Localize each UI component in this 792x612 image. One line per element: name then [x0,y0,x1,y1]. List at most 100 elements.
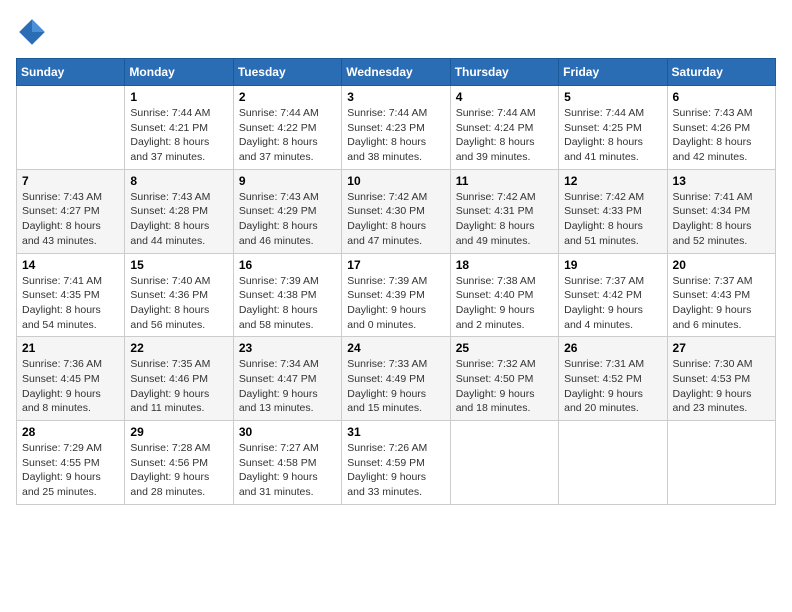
day-info: Sunrise: 7:32 AMSunset: 4:50 PMDaylight:… [456,357,553,416]
weekday-header-cell: Sunday [17,59,125,86]
day-info: Sunrise: 7:44 AMSunset: 4:22 PMDaylight:… [239,106,336,165]
day-number: 2 [239,90,336,104]
calendar-cell [667,421,775,505]
day-info: Sunrise: 7:38 AMSunset: 4:40 PMDaylight:… [456,274,553,333]
day-number: 11 [456,174,553,188]
calendar-cell: 25 Sunrise: 7:32 AMSunset: 4:50 PMDayligh… [450,337,558,421]
day-info: Sunrise: 7:42 AMSunset: 4:33 PMDaylight:… [564,190,661,249]
day-number: 26 [564,341,661,355]
calendar-cell: 15Sunrise: 7:40 AMSunset: 4:36 PMDayligh… [125,253,233,337]
day-info: Sunrise: 7:36 AMSunset: 4:45 PMDaylight:… [22,357,119,416]
day-number: 5 [564,90,661,104]
calendar-cell: 1 Sunrise: 7:44 AMSunset: 4:21 PMDaylight… [125,86,233,170]
calendar-week-row: 21 Sunrise: 7:36 AMSunset: 4:45 PMDayligh… [17,337,776,421]
calendar-cell: 7 Sunrise: 7:43 AMSunset: 4:27 PMDaylight… [17,169,125,253]
calendar-cell: 11 Sunrise: 7:42 AMSunset: 4:31 PMDayligh… [450,169,558,253]
calendar-cell: 23 Sunrise: 7:34 AMSunset: 4:47 PMDayligh… [233,337,341,421]
day-info: Sunrise: 7:44 AMSunset: 4:23 PMDaylight:… [347,106,444,165]
calendar-cell: 12 Sunrise: 7:42 AMSunset: 4:33 PMDayligh… [559,169,667,253]
calendar-cell [17,86,125,170]
calendar-cell: 18 Sunrise: 7:38 AMSunset: 4:40 PMDayligh… [450,253,558,337]
day-number: 18 [456,258,553,272]
calendar-cell: 8 Sunrise: 7:43 AMSunset: 4:28 PMDaylight… [125,169,233,253]
day-info: Sunrise: 7:42 AMSunset: 4:31 PMDaylight:… [456,190,553,249]
calendar-cell: 19 Sunrise: 7:37 AMSunset: 4:42 PMDayligh… [559,253,667,337]
day-number: 10 [347,174,444,188]
day-info: Sunrise: 7:44 AMSunset: 4:24 PMDaylight:… [456,106,553,165]
calendar-cell: 28 Sunrise: 7:29 AMSunset: 4:55 PMDayligh… [17,421,125,505]
day-number: 23 [239,341,336,355]
day-info: Sunrise: 7:43 AMSunset: 4:26 PMDaylight:… [673,106,770,165]
day-info: Sunrise: 7:39 AMSunset: 4:38 PMDaylight:… [239,274,336,333]
day-number: 13 [673,174,770,188]
day-number: 31 [347,425,444,439]
day-info: Sunrise: 7:27 AMSunset: 4:58 PMDaylight:… [239,441,336,500]
day-info: Sunrise: 7:43 AMSunset: 4:28 PMDaylight:… [130,190,227,249]
day-number: 19 [564,258,661,272]
day-number: 14 [22,258,119,272]
calendar-cell: 26 Sunrise: 7:31 AMSunset: 4:52 PMDayligh… [559,337,667,421]
weekday-header-row: SundayMondayTuesdayWednesdayThursdayFrid… [17,59,776,86]
calendar-cell: 14 Sunrise: 7:41 AMSunset: 4:35 PMDayligh… [17,253,125,337]
day-number: 3 [347,90,444,104]
day-info: Sunrise: 7:29 AMSunset: 4:55 PMDaylight:… [22,441,119,500]
day-number: 12 [564,174,661,188]
day-info: Sunrise: 7:33 AMSunset: 4:49 PMDaylight:… [347,357,444,416]
calendar-cell: 24 Sunrise: 7:33 AMSunset: 4:49 PMDayligh… [342,337,450,421]
logo-icon [16,16,48,48]
calendar-cell: 10 Sunrise: 7:42 AMSunset: 4:30 PMDayligh… [342,169,450,253]
calendar-cell: 5Sunrise: 7:44 AMSunset: 4:25 PMDaylight… [559,86,667,170]
day-number: 29 [130,425,227,439]
calendar-cell: 13 Sunrise: 7:41 AMSunset: 4:34 PMDayligh… [667,169,775,253]
weekday-header-cell: Monday [125,59,233,86]
day-number: 28 [22,425,119,439]
calendar-cell: 2 Sunrise: 7:44 AMSunset: 4:22 PMDaylight… [233,86,341,170]
calendar-cell: 16Sunrise: 7:39 AMSunset: 4:38 PMDayligh… [233,253,341,337]
day-info: Sunrise: 7:28 AMSunset: 4:56 PMDaylight:… [130,441,227,500]
day-info: Sunrise: 7:31 AMSunset: 4:52 PMDaylight:… [564,357,661,416]
day-info: Sunrise: 7:26 AMSunset: 4:59 PMDaylight:… [347,441,444,500]
weekday-header-cell: Saturday [667,59,775,86]
weekday-header-cell: Friday [559,59,667,86]
calendar-cell: 3 Sunrise: 7:44 AMSunset: 4:23 PMDaylight… [342,86,450,170]
calendar-week-row: 1 Sunrise: 7:44 AMSunset: 4:21 PMDaylight… [17,86,776,170]
day-info: Sunrise: 7:39 AMSunset: 4:39 PMDaylight:… [347,274,444,333]
day-number: 30 [239,425,336,439]
calendar-cell: 9Sunrise: 7:43 AMSunset: 4:29 PMDaylight… [233,169,341,253]
day-number: 24 [347,341,444,355]
logo [16,16,54,48]
day-number: 25 [456,341,553,355]
calendar-cell: 29 Sunrise: 7:28 AMSunset: 4:56 PMDayligh… [125,421,233,505]
day-number: 4 [456,90,553,104]
weekday-header-cell: Tuesday [233,59,341,86]
calendar-cell: 22 Sunrise: 7:35 AMSunset: 4:46 PMDayligh… [125,337,233,421]
day-info: Sunrise: 7:41 AMSunset: 4:35 PMDaylight:… [22,274,119,333]
day-info: Sunrise: 7:42 AMSunset: 4:30 PMDaylight:… [347,190,444,249]
calendar-cell: 31 Sunrise: 7:26 AMSunset: 4:59 PMDayligh… [342,421,450,505]
day-number: 17 [347,258,444,272]
day-info: Sunrise: 7:34 AMSunset: 4:47 PMDaylight:… [239,357,336,416]
calendar-cell: 30 Sunrise: 7:27 AMSunset: 4:58 PMDayligh… [233,421,341,505]
day-number: 6 [673,90,770,104]
day-info: Sunrise: 7:35 AMSunset: 4:46 PMDaylight:… [130,357,227,416]
calendar-table: SundayMondayTuesdayWednesdayThursdayFrid… [16,58,776,505]
day-number: 7 [22,174,119,188]
calendar-cell: 17 Sunrise: 7:39 AMSunset: 4:39 PMDayligh… [342,253,450,337]
day-number: 8 [130,174,227,188]
day-info: Sunrise: 7:37 AMSunset: 4:42 PMDaylight:… [564,274,661,333]
day-number: 15 [130,258,227,272]
calendar-cell [450,421,558,505]
day-info: Sunrise: 7:41 AMSunset: 4:34 PMDaylight:… [673,190,770,249]
day-info: Sunrise: 7:43 AMSunset: 4:27 PMDaylight:… [22,190,119,249]
calendar-cell: 6 Sunrise: 7:43 AMSunset: 4:26 PMDaylight… [667,86,775,170]
day-number: 22 [130,341,227,355]
day-number: 9 [239,174,336,188]
calendar-cell: 4 Sunrise: 7:44 AMSunset: 4:24 PMDaylight… [450,86,558,170]
calendar-week-row: 7 Sunrise: 7:43 AMSunset: 4:27 PMDaylight… [17,169,776,253]
day-number: 20 [673,258,770,272]
calendar-body: 1 Sunrise: 7:44 AMSunset: 4:21 PMDaylight… [17,86,776,505]
day-number: 1 [130,90,227,104]
day-info: Sunrise: 7:44 AMSunset: 4:21 PMDaylight:… [130,106,227,165]
day-number: 21 [22,341,119,355]
day-number: 27 [673,341,770,355]
